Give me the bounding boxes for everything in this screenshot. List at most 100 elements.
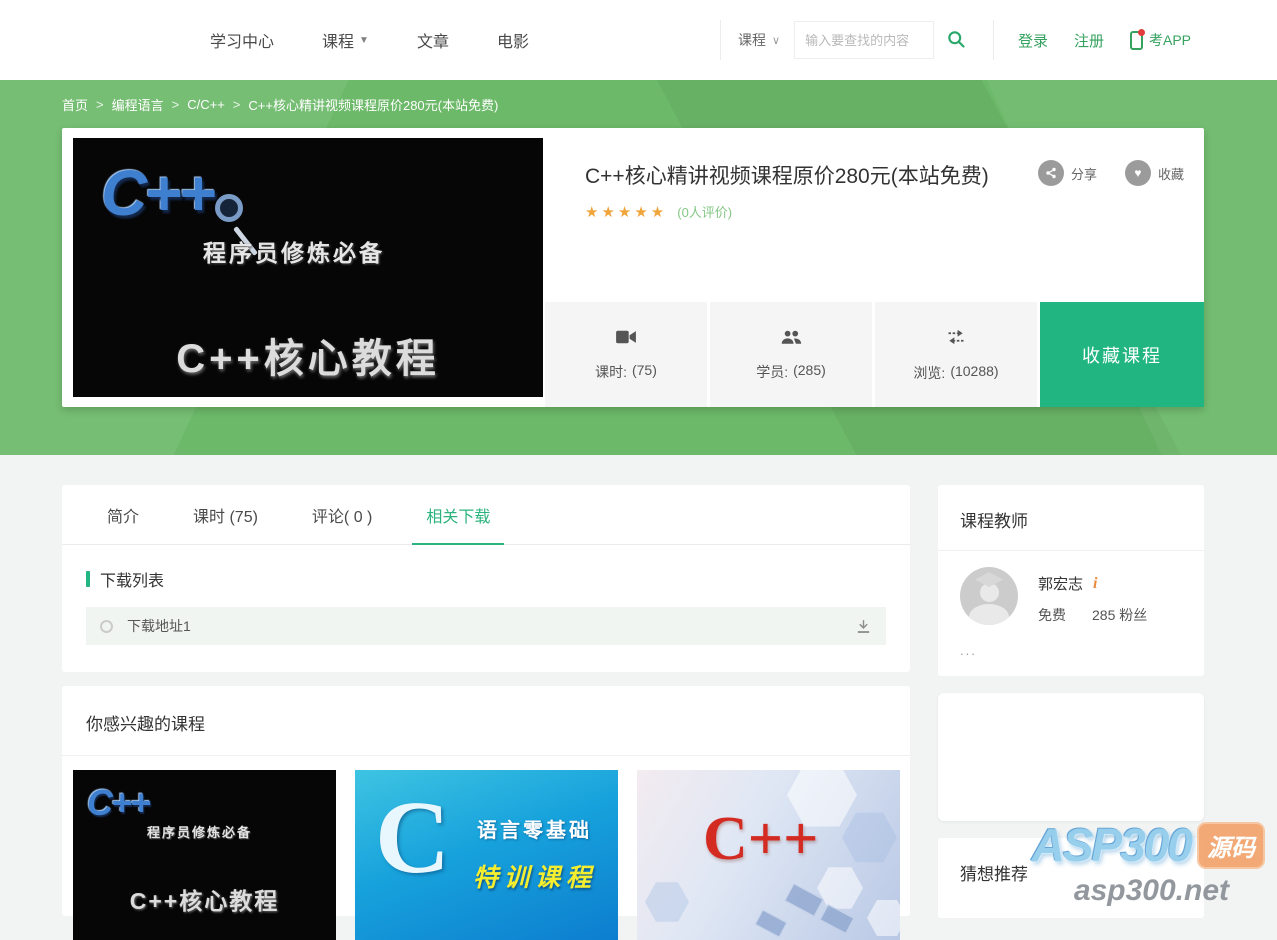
search-bar: 课程 ∨	[738, 0, 979, 80]
share-label: 分享	[1070, 166, 1097, 182]
recommend-card: 猜想推荐	[938, 838, 1204, 918]
tab-downloads[interactable]: 相关下载	[412, 485, 505, 545]
course-actions: 分享 ♥ 收藏	[1037, 160, 1184, 186]
tab-comments[interactable]: 评论( 0 )	[312, 485, 372, 544]
nav-label: 电影	[496, 34, 529, 51]
stat-name: 课时:	[595, 363, 627, 380]
top-header: 学习中心 课程 ▼ 文章 电影 课程 ∨ 登录	[0, 0, 1277, 80]
course-detail-card: C++ 程序员修炼必备 C++核心教程 C++核心精讲视频课程原价280元(本站…	[62, 128, 1204, 407]
breadcrumb: 首页 > 编程语言 > C/C++ > C++核心精讲视频课程原价280元(本站…	[62, 95, 498, 114]
auth-links: 登录 注册 考APP	[1018, 0, 1191, 80]
course-tabs-card: 简介 课时 (75) 评论( 0 ) 相关下载 下载列表 下载地址1	[62, 485, 910, 672]
tab-lessons[interactable]: 课时 (75)	[193, 485, 258, 544]
related-course-thumbnail-1[interactable]: C++ 程序员修炼必备 C++核心教程	[73, 770, 336, 940]
search-category-value: 课程	[738, 32, 766, 48]
login-link[interactable]: 登录	[1018, 30, 1048, 51]
course-stats-row: 课时: (75) 学员: (285) 浏览: (10288) 收藏课程	[545, 302, 1204, 407]
stat-lessons: 课时: (75)	[545, 302, 707, 407]
related-course-thumbnail-3[interactable]: C++	[637, 770, 900, 940]
page-title: C++核心精讲视频课程原价280元(本站免费)	[585, 165, 989, 188]
nav-item-learning-center[interactable]: 学习中心	[210, 28, 274, 52]
radio-circle-icon	[100, 619, 113, 633]
heart-icon: ♥	[1124, 160, 1151, 186]
nav-label: 学习中心	[210, 34, 275, 51]
favorite-button[interactable]: ♥ 收藏	[1124, 160, 1184, 186]
teacher-fans: 285 粉丝	[1092, 607, 1148, 623]
teacher-avatar[interactable]	[960, 567, 1018, 625]
related-course-thumbnail-2[interactable]: C 语言零基础 特训课程	[355, 770, 618, 940]
teacher-meta: 免费 285 粉丝	[1038, 605, 1147, 625]
hexagon-decoration	[645, 882, 689, 922]
cpp-red-logo: C++	[703, 805, 819, 873]
search-icon	[946, 29, 966, 52]
section-marker-bar	[86, 571, 90, 587]
course-cover-image[interactable]: C++ 程序员修炼必备 C++核心教程	[73, 138, 543, 397]
teacher-name[interactable]: 郭宏志	[1038, 573, 1083, 594]
stat-views: 浏览: (10288)	[875, 302, 1037, 407]
breadcrumb-category[interactable]: 编程语言	[112, 95, 164, 114]
stat-name: 学员:	[756, 363, 789, 380]
related-courses-title: 你感兴趣的课程	[86, 715, 205, 734]
hexagon-decoration	[842, 812, 897, 863]
header-divider	[720, 20, 721, 60]
teacher-card-title: 课程教师	[960, 512, 1028, 531]
header-divider	[993, 20, 994, 60]
app-download-link[interactable]: 考APP	[1129, 28, 1191, 50]
download-list-item[interactable]: 下载地址1	[86, 607, 886, 645]
hexagon-decoration	[867, 900, 900, 936]
breadcrumb-separator: >	[232, 97, 241, 112]
nav-label: 课程	[322, 34, 355, 51]
magnifier-decoration	[215, 194, 243, 222]
nav-label: 文章	[416, 34, 449, 51]
search-button[interactable]	[934, 21, 979, 59]
cover-subtitle: 语言零基础	[477, 820, 592, 842]
views-exchange-icon	[945, 327, 967, 352]
stat-name: 浏览:	[913, 364, 946, 381]
video-camera-icon	[615, 328, 637, 351]
stat-label: 浏览: (10288)	[913, 363, 998, 383]
nav-item-courses[interactable]: 课程 ▼	[322, 28, 369, 52]
stat-value: (75)	[631, 361, 657, 378]
breadcrumb-subcategory[interactable]: C/C++	[187, 97, 225, 112]
collect-course-button[interactable]: 收藏课程	[1040, 302, 1204, 407]
rating-count[interactable]: (0人评价)	[677, 202, 732, 221]
star-rating-icons: ★★★★★	[585, 203, 668, 221]
keyboard-key-decoration	[754, 909, 788, 938]
avatar-silhouette	[969, 604, 1009, 625]
nav-item-movies[interactable]: 电影	[497, 28, 529, 52]
breadcrumb-current: C++核心精讲视频课程原价280元(本站免费)	[248, 98, 499, 113]
search-input[interactable]	[794, 21, 935, 59]
share-button[interactable]: 分享	[1037, 160, 1097, 186]
register-link[interactable]: 注册	[1074, 30, 1104, 51]
breadcrumb-home[interactable]: 首页	[62, 95, 88, 114]
phone-icon	[1129, 28, 1145, 50]
cover-subtitle: 程序员修炼必备	[203, 240, 385, 266]
related-courses-card: 你感兴趣的课程 C++ 程序员修炼必备 C++核心教程 C 语言零基础 特训课程…	[62, 686, 910, 940]
teacher-card: 课程教师 郭宏志 i 免费 285 粉丝 ...	[938, 485, 1204, 676]
chevron-down-icon: ∨	[772, 34, 781, 47]
favorite-label: 收藏	[1157, 166, 1184, 182]
chevron-down-icon: ▼	[359, 34, 369, 46]
download-item-label: 下载地址1	[127, 618, 191, 634]
teacher-name-row: 郭宏志 i	[1038, 573, 1097, 594]
stat-label: 课时: (75)	[595, 362, 657, 382]
cover-title: C++核心教程	[176, 337, 440, 381]
share-icon	[1037, 160, 1064, 186]
download-icon[interactable]	[855, 618, 872, 635]
teacher-more-ellipsis[interactable]: ...	[960, 643, 977, 658]
cpp-logo: C++	[87, 782, 151, 823]
app-link-label: 考APP	[1148, 32, 1191, 48]
watermark-badge: 源码	[1199, 823, 1263, 867]
cover-subtitle: 程序员修炼必备	[147, 825, 253, 840]
info-icon: i	[1093, 574, 1098, 592]
tab-bar: 简介 课时 (75) 评论( 0 ) 相关下载	[62, 485, 910, 545]
rating-row: ★★★★★ (0人评价)	[585, 202, 732, 221]
search-category-dropdown[interactable]: 课程 ∨	[738, 30, 780, 50]
tab-intro[interactable]: 简介	[107, 485, 139, 544]
nav-item-articles[interactable]: 文章	[417, 28, 449, 52]
stat-value: (10288)	[950, 362, 999, 379]
c-letter-graphic: C	[375, 780, 451, 895]
cover-title: C++核心教程	[129, 888, 280, 914]
stat-value: (285)	[793, 361, 826, 378]
main-nav: 学习中心 课程 ▼ 文章 电影	[210, 0, 529, 80]
